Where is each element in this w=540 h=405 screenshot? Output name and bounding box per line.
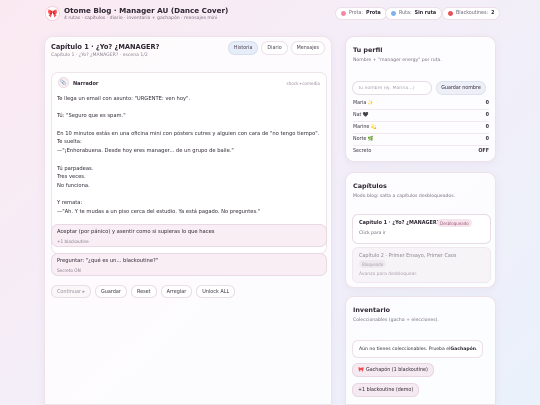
- choice-label: Aceptar (por pánico) y asentir como si s…: [57, 229, 215, 235]
- message-line: —"Ah. Y te mudas a un piso cerca del est…: [57, 209, 261, 216]
- save-name-button[interactable]: Guardar nombre: [436, 81, 486, 95]
- chapter-item-2: Capítulo 2 · Primer Ensayo, Primer Caos …: [352, 247, 491, 283]
- chapter-subtitle: Capítulo 1 · ¿Yo? ¿MANAGER? · escena 1/2: [51, 53, 148, 58]
- message-line: [57, 121, 319, 130]
- mood-tag: shock+comedia: [286, 81, 320, 86]
- choice-accept[interactable]: Aceptar (por pánico) y asentir como si s…: [51, 224, 327, 247]
- message-line: Y remata:: [57, 200, 83, 207]
- chapters-title: Capítulos: [353, 182, 387, 190]
- divider: [353, 145, 489, 146]
- prota-status-pill: Prota: Prota: [335, 7, 387, 20]
- message-body: Te llega un email con asunto: "URGENTE: …: [57, 95, 319, 217]
- divider: [353, 133, 489, 134]
- tab-historia[interactable]: Historia: [227, 41, 259, 55]
- choice-ask[interactable]: Preguntar: "¿qué es un... blackoutine?" …: [51, 253, 327, 276]
- story-panel: Capítulo 1 · ¿Yo? ¿MANAGER? Capítulo 1 ·…: [44, 36, 332, 405]
- chapter-name: Capítulo 2 · Primer Ensayo, Primer Caos: [359, 253, 457, 259]
- choice-label: Preguntar: "¿qué es un... blackoutine?": [57, 258, 159, 264]
- message-line: No funciona.: [57, 182, 90, 189]
- divider: [353, 121, 489, 122]
- chapter-title: Capítulo 1 · ¿Yo? ¿MANAGER?: [51, 43, 160, 51]
- paperclip-icon: 📎: [58, 77, 69, 88]
- coins-status-pill: Blackoutines: 2: [442, 7, 501, 20]
- message-line: Tú: "Seguro que es spam.": [57, 113, 126, 120]
- unlocked-badge: Desbloqueado: [437, 219, 472, 227]
- add-blackoutine-demo-button[interactable]: +1 blackoutine (demo): [352, 383, 420, 397]
- arrange-button[interactable]: Arreglar: [160, 285, 193, 298]
- message-line: Tú parpadeas.: [57, 165, 94, 172]
- chapter-name: Capítulo 1 · ¿Yo? ¿MANAGER?: [359, 220, 440, 226]
- affinity-row: Marine 💫 0: [353, 125, 489, 130]
- secret-row: Secreto OFF: [353, 149, 489, 154]
- name-input[interactable]: [352, 81, 432, 95]
- message-line: [57, 104, 319, 113]
- message-line: Te llega un email con asunto: "URGENTE: …: [57, 96, 191, 102]
- ruta-dot-icon: [391, 11, 396, 16]
- save-button[interactable]: Guardar: [95, 285, 127, 298]
- inventory-empty-message: Aún no tienes coleccionables. Prueba el …: [352, 340, 483, 358]
- coin-dot-icon: [448, 11, 453, 16]
- chapter-hint: Avanza para desbloquear.: [359, 272, 418, 277]
- prota-dot-icon: [341, 11, 346, 16]
- app-subtitle: 4 rutas · capítulos · diario · inventari…: [64, 16, 218, 21]
- inventory-panel: Inventario Coleccionables (gacha + elecc…: [345, 296, 496, 405]
- chapter-item-1[interactable]: Capítulo 1 · ¿Yo? ¿MANAGER? Desbloqueado…: [352, 214, 491, 244]
- chapters-panel: Capítulos Modo blog: salta a capítulos d…: [345, 172, 496, 288]
- gachapon-button[interactable]: 🎀 Gachapón (1 blackoutine): [352, 363, 434, 377]
- bow-icon: 🎀: [358, 367, 364, 373]
- affinity-row: Nat 🖤 0: [353, 113, 489, 118]
- locked-badge: Bloqueado: [359, 260, 387, 268]
- app-title: Otome Blog · Manager AU (Dance Cover): [64, 6, 229, 15]
- divider: [353, 109, 489, 110]
- profile-panel: Tu perfil Nombre + "manager energy" por …: [345, 36, 496, 162]
- affinity-row: Maria ✨ 0: [353, 101, 489, 106]
- message-line: Tres veces.: [57, 174, 86, 181]
- continue-button[interactable]: Continuar ▸: [51, 285, 91, 298]
- choice-hint: +1 blackoutine: [57, 239, 89, 244]
- profile-subtitle: Nombre + "manager energy" por ruta.: [353, 58, 442, 63]
- affinity-row: Norte 🌿 0: [353, 137, 489, 142]
- chapters-subtitle: Modo blog: salta a capítulos desbloquead…: [353, 194, 456, 199]
- profile-title: Tu perfil: [353, 46, 383, 54]
- choice-hint: Secreto ON: [57, 268, 81, 273]
- speaker-name: Narrador: [73, 81, 99, 87]
- chapter-hint: Click para ir: [359, 231, 386, 236]
- ruta-status-pill: Ruta: Sin ruta: [385, 7, 443, 20]
- unlock-all-button[interactable]: Unlock ALL: [196, 285, 236, 298]
- app-header: 🎀 Otome Blog · Manager AU (Dance Cover) …: [0, 0, 540, 30]
- message-line: —"¡Enhorabuena. Desde hoy eres manager..…: [57, 148, 234, 155]
- tab-mensajes[interactable]: Mensajes: [290, 41, 325, 55]
- view-tabs: Historia Diario Mensajes: [227, 41, 325, 55]
- message-line: [57, 156, 319, 165]
- message-line: Te suelta:: [57, 139, 82, 146]
- message-line: En 10 minutos estás en una oficina mini …: [57, 130, 320, 137]
- inventory-title: Inventario: [353, 306, 391, 314]
- message-line: [57, 191, 319, 200]
- reset-button[interactable]: Reset: [130, 285, 157, 298]
- tab-diario[interactable]: Diario: [261, 41, 288, 55]
- inventory-subtitle: Coleccionables (gacha + elecciones).: [353, 318, 439, 323]
- action-bar: Continuar ▸ Guardar Reset Arreglar Unloc…: [51, 285, 236, 298]
- bow-logo-icon: 🎀: [45, 6, 60, 21]
